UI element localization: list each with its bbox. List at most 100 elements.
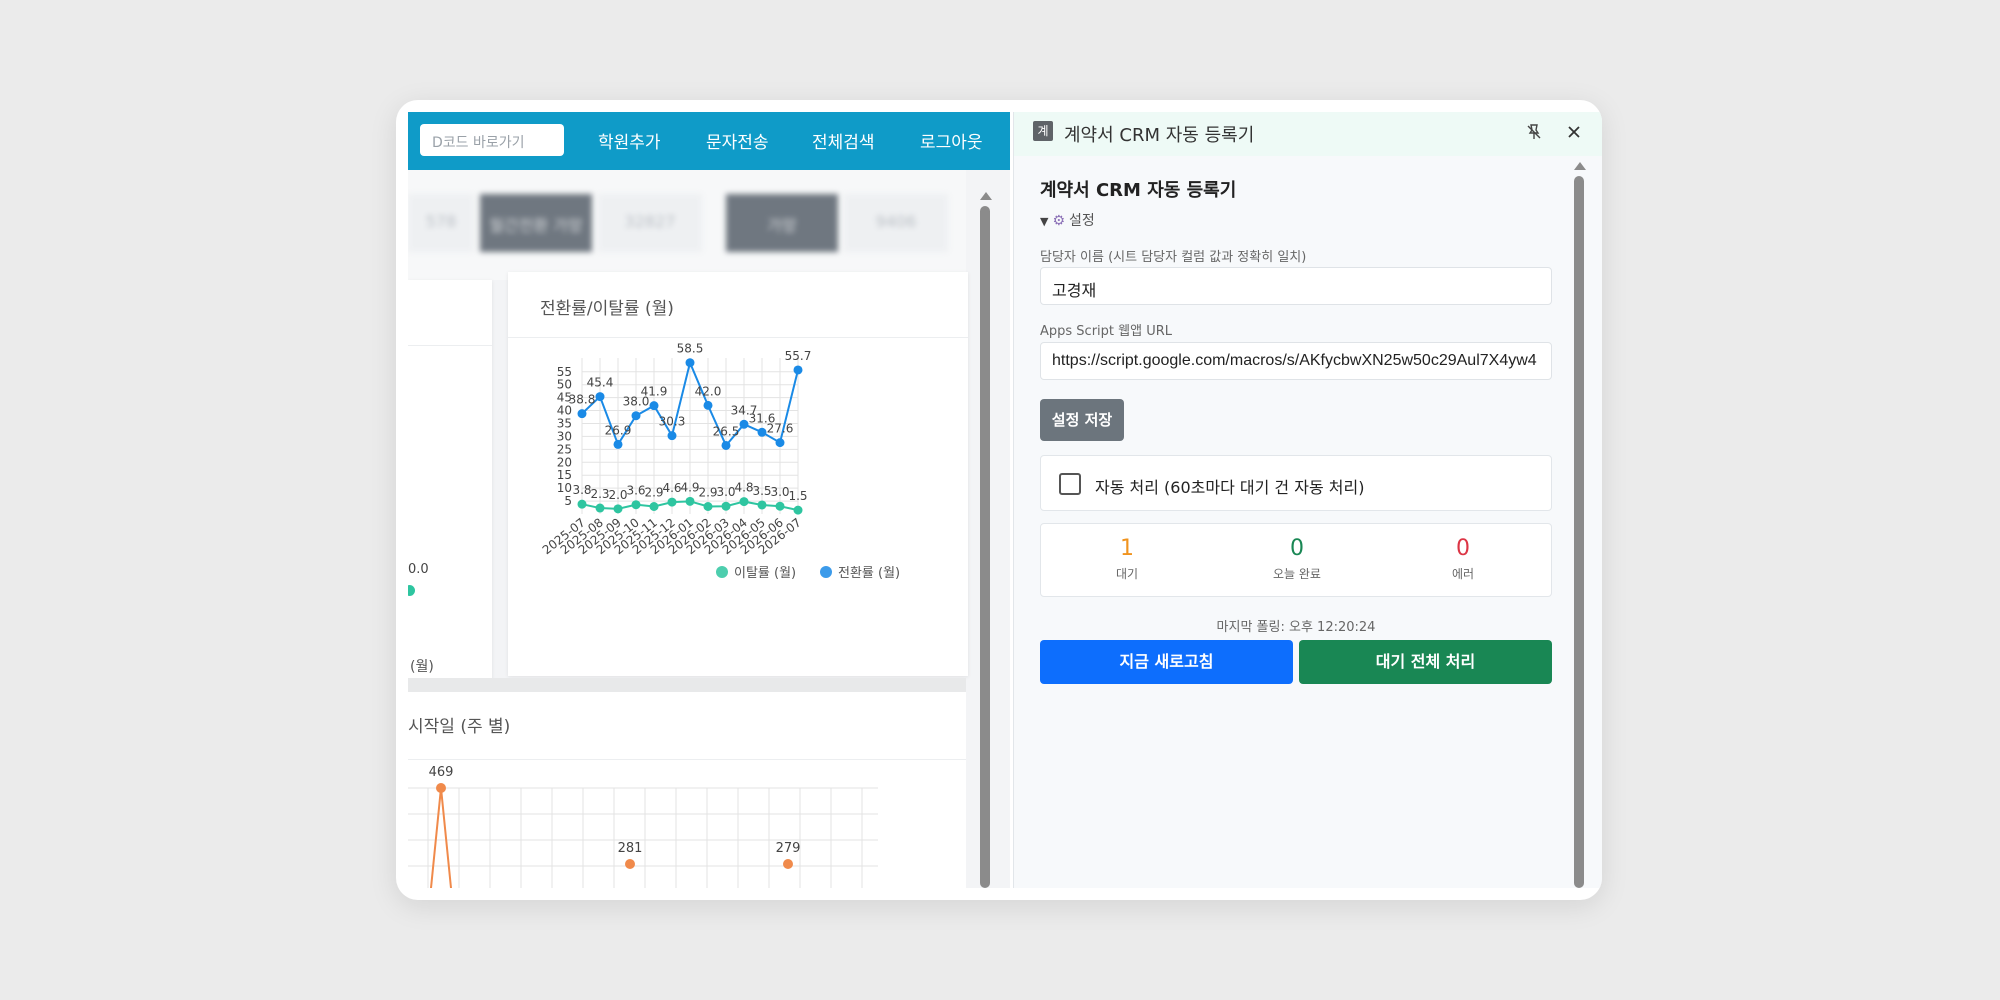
nav-add-academy[interactable]: 학원추가 [598,128,661,153]
data-label: 3.0 [770,485,789,499]
last-polling-time: 마지막 폴링: 오후 12:20:24 [1216,620,1376,635]
weekly-start-chart: 469 281 279 [408,765,878,888]
data-label: 42.0 [695,384,722,398]
refresh-now-button[interactable]: 지금 새로고침 [1040,640,1293,684]
data-point [649,401,659,411]
data-point [793,365,803,375]
data-point [721,440,731,450]
data-label: 55.7 [785,349,812,363]
panel-heading: 계약서 CRM 자동 등록기 [1040,180,1237,201]
stat-value: 0 [1290,536,1304,561]
manager-name-input[interactable]: 고경재 [1040,267,1552,305]
data-point [775,438,785,448]
data-point [775,501,785,511]
summary-chip[interactable]: 월간전환 가망 [480,194,592,252]
nav-search-all[interactable]: 전체검색 [812,128,875,153]
unpin-icon[interactable] [1524,122,1544,142]
data-label: 38.8 [569,393,596,407]
stat-value: 1 [1120,536,1134,561]
conversion-churn-card: 전환률/이탈률 (월) 5 10 15 20 25 30 35 40 45 50 55 2025-07… [508,272,968,676]
section-divider [408,678,966,692]
stat-completed-today: 0 오늘 완료 [1237,536,1357,582]
data-label: 3.8 [572,483,591,497]
webapp-url-input[interactable]: https://script.google.com/macros/s/AKfyc… [1040,342,1552,380]
stat-label: 에러 [1451,567,1475,581]
scroll-up-arrow[interactable] [980,192,992,200]
data-label: 4.9 [680,480,699,494]
caret-down-icon: ▼ [1040,215,1049,228]
data-label: 279 [776,841,801,856]
data-label: 41.9 [641,385,668,399]
scroll-up-arrow[interactable] [1574,162,1586,170]
summary-bar: 578 월간전환 가망 32827 가망 9406 [408,170,966,280]
panel-scrollbar[interactable] [1574,162,1586,888]
y-tick-label: 50 [557,378,572,392]
stat-label: 대기 [1115,567,1139,581]
data-point [721,501,731,511]
left-chart-card: 0.0 (월) [408,280,492,684]
scrollbar-thumb[interactable] [980,206,990,888]
data-point [595,392,605,402]
data-label: 2.9 [644,486,663,500]
gear-icon: ⚙ [1052,213,1066,229]
y-tick-label: 15 [557,468,572,482]
process-all-pending-button[interactable]: 대기 전체 처리 [1299,640,1552,684]
dcode-search-input[interactable]: D코드 바로가기 [420,124,564,156]
top-navigation: D코드 바로가기 학원추가 문자전송 전체검색 로그아웃 [408,112,1010,170]
data-point [783,859,793,869]
y-tick-label: 35 [557,416,572,430]
settings-toggle[interactable]: ▼ ⚙ 설정 [1040,210,1095,230]
legend-label: (월) [410,659,434,675]
scrollbar-thumb[interactable] [1574,176,1584,888]
data-point [577,409,587,419]
nav-send-sms[interactable]: 문자전송 [706,128,769,153]
data-point [703,400,713,410]
panel-header: 계 계약서 CRM 자동 등록기 [1014,112,1602,156]
nav-logout[interactable]: 로그아웃 [920,128,983,153]
data-label: 26.9 [605,423,632,437]
data-point [757,500,767,510]
auto-process-option: 자동 처리 (60초마다 대기 건 자동 처리) [1040,455,1552,511]
legend-marker [716,566,728,578]
close-icon[interactable] [1564,122,1584,142]
data-label: 4.6 [662,481,681,495]
auto-process-checkbox[interactable] [1059,473,1081,495]
data-label: 26.5 [713,424,740,438]
browser-window: D코드 바로가기 학원추가 문자전송 전체검색 로그아웃 578 월간전환 가망… [396,100,1602,900]
summary-chip[interactable]: 가망 [726,194,838,252]
data-point [685,358,695,368]
data-point [408,585,415,596]
data-point [739,497,749,507]
save-settings-button[interactable]: 설정 저장 [1040,399,1124,441]
data-label: 281 [618,841,643,856]
series-line [429,787,453,888]
auto-process-label[interactable]: 자동 처리 (60초마다 대기 건 자동 처리) [1095,474,1364,498]
data-point [667,431,677,441]
data-point [739,419,749,429]
data-point [757,427,767,437]
web-page: D코드 바로가기 학원추가 문자전송 전체검색 로그아웃 578 월간전환 가망… [408,112,1010,888]
data-label: 2.0 [608,488,627,502]
data-point [595,503,605,513]
y-tick-label: 5 [564,494,572,508]
data-label: 45.4 [587,376,614,390]
y-tick-label: 20 [557,455,572,469]
data-label: 58.5 [677,342,704,356]
conversion-churn-chart: 5101520253035404550552025-072025-082025-… [540,342,900,581]
data-point [649,502,659,511]
data-label: 4.8 [734,481,753,495]
data-label: 2.9 [698,486,717,500]
card-header [408,280,492,346]
data-point [793,505,803,515]
data-point [625,859,635,869]
stats-panel: 1 대기 0 오늘 완료 0 에러 [1040,523,1552,597]
page-scrollbar[interactable] [980,192,992,888]
data-label: 27.6 [767,422,794,436]
stat-label: 오늘 완료 [1273,567,1321,581]
y-tick-label: 25 [557,442,572,456]
panel-title: 계약서 CRM 자동 등록기 [1064,125,1255,146]
data-point [631,411,641,421]
data-point [685,496,695,506]
data-label: 3.5 [752,484,771,498]
side-panel: 계 계약서 CRM 자동 등록기 계약서 CRM 자동 등록기 ▼ ⚙ 설정 담당자… [1013,112,1602,888]
